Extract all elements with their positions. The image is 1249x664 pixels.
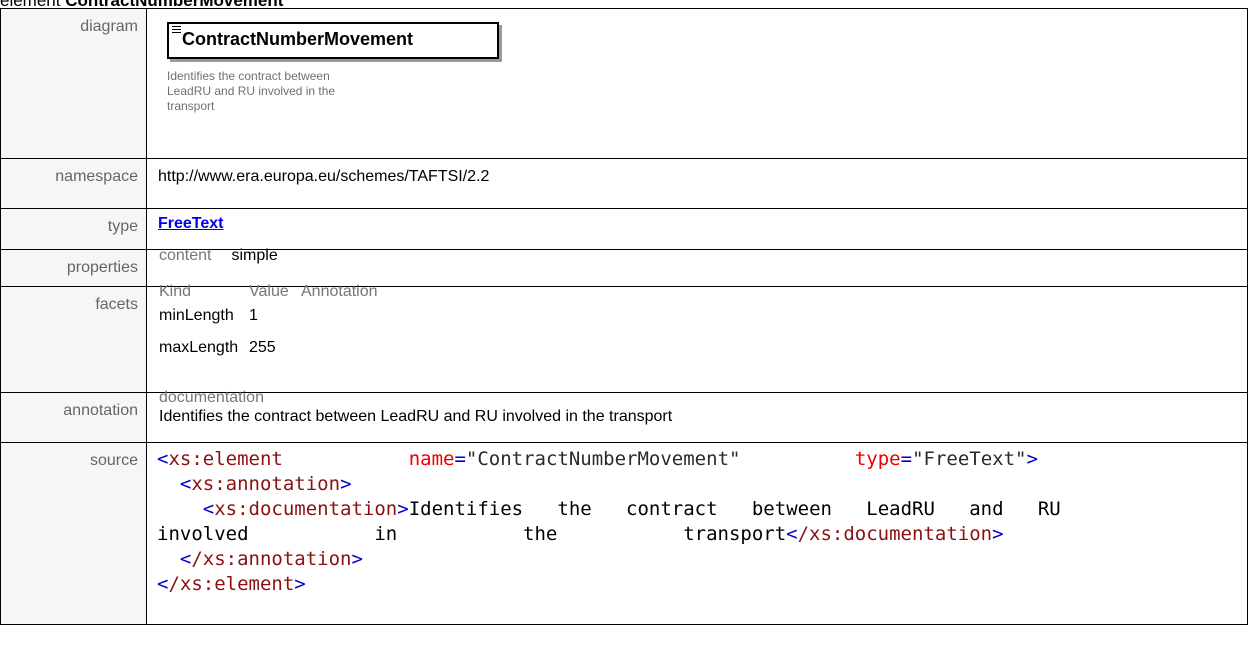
facet-row: maxLength 255 — [159, 339, 1247, 357]
element-diagram-doc: Identifies the contract between LeadRU a… — [167, 69, 336, 113]
diagram-row: diagram ContractNumberMovement Identifie… — [0, 8, 1248, 159]
type-cell: FreeText — [146, 208, 1248, 250]
type-link[interactable]: FreeText — [158, 215, 224, 232]
src-attr2-value: "FreeText" — [912, 448, 1027, 470]
namespace-value: http://www.era.europa.eu/schemes/TAFTSI/… — [146, 158, 1248, 209]
diagram-cell: ContractNumberMovement Identifies the co… — [146, 8, 1248, 159]
element-diagram-box[interactable]: ContractNumberMovement — [167, 22, 499, 59]
properties-row: properties content simple — [0, 247, 1248, 287]
properties-key: content — [159, 247, 212, 264]
namespace-row: namespace http://www.era.europa.eu/schem… — [0, 158, 1248, 209]
source-cell: <xs:element name="ContractNumberMovement… — [146, 442, 1248, 625]
src-close-documentation: /xs:documentation — [797, 523, 993, 545]
annotation-text: Identifies the contract between LeadRU a… — [159, 408, 673, 425]
element-lines-icon — [172, 26, 181, 34]
properties-cell: content simple — [146, 247, 1248, 287]
src-annotation-tag: xs:annotation — [191, 473, 341, 495]
type-label: type — [0, 208, 147, 250]
facet-value: 255 — [249, 339, 276, 356]
src-attr1-value: "ContractNumberMovement" — [465, 448, 741, 470]
annotation-key: documentation — [159, 389, 264, 406]
element-doc-table: diagram ContractNumberMovement Identifie… — [0, 8, 1248, 625]
source-row: source <xs:element name="ContractNumberM… — [0, 442, 1248, 625]
properties-content: content simple — [147, 247, 1247, 265]
namespace-label: namespace — [0, 158, 147, 209]
type-row: type FreeText — [0, 208, 1248, 250]
annotation-label: annotation — [0, 392, 147, 443]
source-label: source — [0, 442, 147, 625]
annotation-row: annotation documentation Identifies the … — [0, 389, 1248, 443]
facets-table: Kind Value Annotation minLength 1 maxLength… — [147, 283, 1247, 357]
element-diagram-name: ContractNumberMovement — [182, 29, 414, 49]
facets-header-value: Value — [249, 283, 289, 300]
facet-kind: minLength — [159, 307, 234, 324]
src-attr1-name: name — [408, 448, 455, 470]
src-documentation-tag: xs:documentation — [214, 498, 398, 520]
src-attr2-name: type — [854, 448, 901, 470]
src-close-element: /xs:element — [168, 573, 295, 595]
src-doc-line2: involved in the transport — [157, 523, 787, 545]
facet-row: minLength 1 — [159, 307, 1247, 325]
diagram-label: diagram — [0, 8, 147, 159]
facets-label: facets — [0, 286, 147, 393]
src-doc-line1: Identifies the contract between LeadRU a… — [408, 498, 1061, 520]
properties-value: simple — [231, 247, 278, 264]
properties-label: properties — [0, 249, 147, 287]
facet-value: 1 — [249, 307, 258, 324]
annotation-cell: documentation Identifies the contract be… — [146, 389, 1248, 443]
facet-kind: maxLength — [159, 339, 239, 356]
src-open-tag: xs:element — [168, 448, 283, 470]
facets-header-kind: Kind — [159, 283, 192, 300]
annotation-content: documentation Identifies the contract be… — [147, 389, 1247, 426]
facets-header: Kind Value Annotation — [159, 283, 1247, 301]
facets-header-annotation: Annotation — [301, 283, 378, 300]
src-close-annotation: /xs:annotation — [191, 548, 352, 570]
facets-row: facets Kind Value Annotation minLength 1 ma… — [0, 283, 1248, 393]
facets-cell: Kind Value Annotation minLength 1 maxLength… — [146, 283, 1248, 393]
source-code: <xs:element name="ContractNumberMovement… — [157, 448, 1061, 595]
